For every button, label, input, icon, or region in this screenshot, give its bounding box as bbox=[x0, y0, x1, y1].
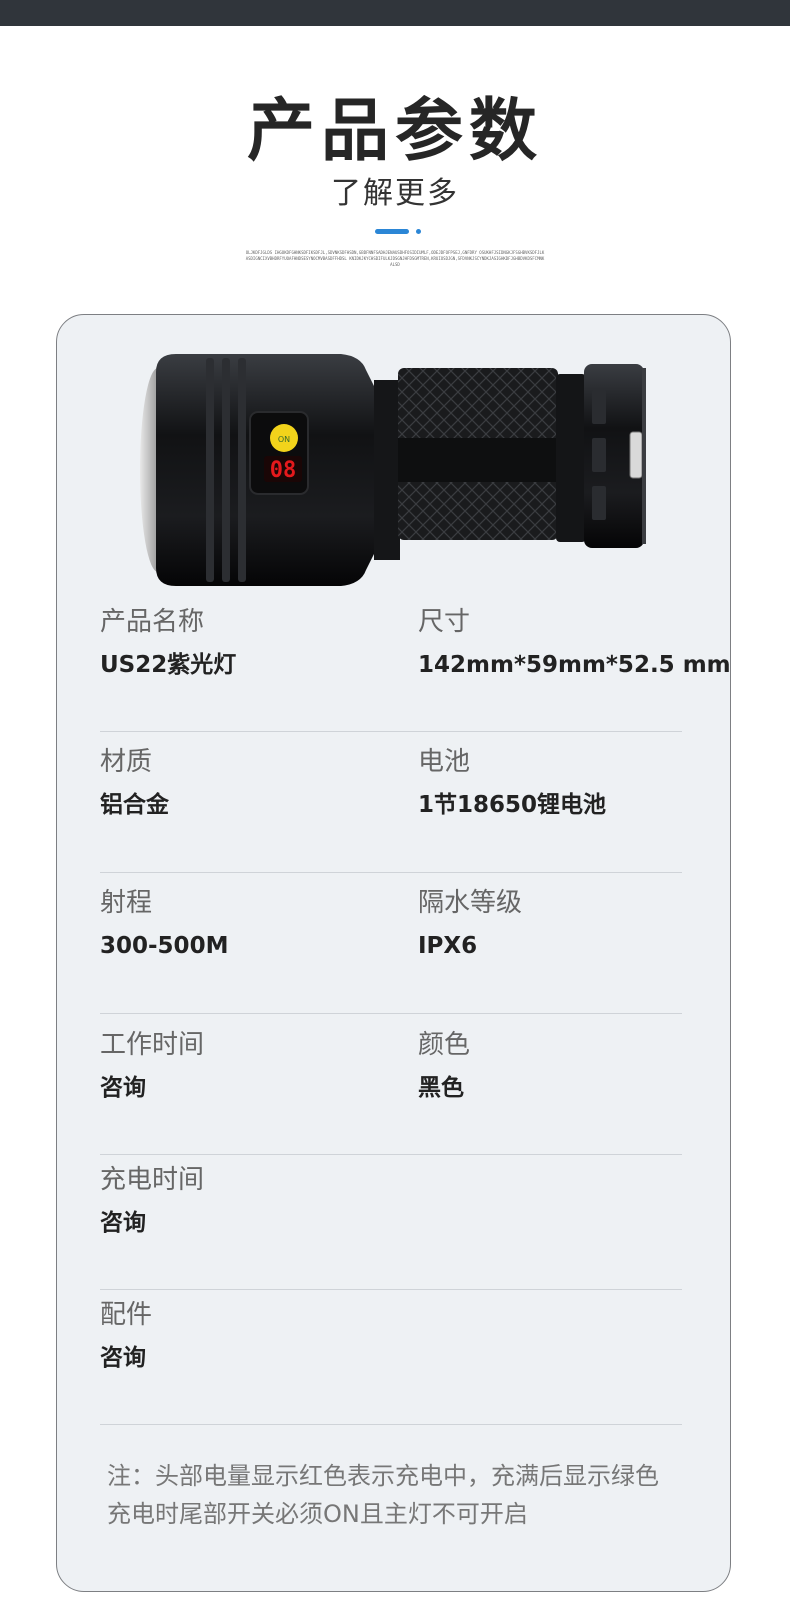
spec-label: 充电时间 bbox=[100, 1165, 205, 1195]
spec-cell-size: 尺寸 142mm*59mm*52.5 mm bbox=[418, 605, 731, 681]
spec-label: 产品名称 bbox=[100, 607, 205, 637]
svg-text:08: 08 bbox=[270, 458, 297, 483]
page-subtitle: 了解更多 bbox=[331, 176, 459, 211]
divider bbox=[100, 1013, 682, 1014]
spec-value: 142mm*59mm*52.5 mm bbox=[418, 652, 731, 678]
spec-value: 黑色 bbox=[418, 1075, 464, 1101]
spec-label: 隔水等级 bbox=[418, 888, 523, 918]
note-line-1: 注：头部电量显示红色表示充电中，充满后显示绿色 bbox=[107, 1462, 659, 1490]
spec-label: 颜色 bbox=[418, 1030, 471, 1060]
product-image: ON 08 bbox=[140, 354, 646, 586]
spec-value: US22紫光灯 bbox=[100, 652, 237, 678]
note-text: 注：头部电量显示红色表示充电中，充满后显示绿色 充电时尾部开关必须ON且主灯不可… bbox=[107, 1457, 697, 1533]
spec-value: 1节18650锂电池 bbox=[418, 792, 607, 818]
spec-label: 电池 bbox=[418, 747, 471, 777]
decorative-fine-print: OLJKDFJGLDS IHGOKDFGHNKSDFIKSDFJL,SDVNKS… bbox=[245, 250, 545, 267]
spec-cell-color: 颜色 黑色 bbox=[418, 1028, 470, 1104]
accent-dot bbox=[416, 229, 421, 234]
spec-value: 300-500M bbox=[100, 933, 229, 959]
svg-text:ON: ON bbox=[278, 435, 290, 444]
spec-label: 工作时间 bbox=[100, 1030, 205, 1060]
spec-label: 材质 bbox=[100, 747, 153, 777]
spec-cell-accessories: 配件 咨询 bbox=[100, 1298, 152, 1374]
spec-value: IPX6 bbox=[418, 933, 478, 959]
top-bar bbox=[0, 0, 790, 26]
divider bbox=[100, 731, 682, 732]
spec-cell-material: 材质 铝合金 bbox=[100, 745, 169, 821]
spec-value: 铝合金 bbox=[100, 792, 169, 818]
accent-dash bbox=[375, 229, 409, 234]
spec-label: 尺寸 bbox=[418, 607, 471, 637]
divider bbox=[100, 1154, 682, 1155]
divider bbox=[100, 1289, 682, 1290]
spec-value: 咨询 bbox=[100, 1345, 146, 1371]
note-line-2: 充电时尾部开关必须ON且主灯不可开启 bbox=[107, 1500, 528, 1528]
spec-cell-charge-time: 充电时间 咨询 bbox=[100, 1163, 204, 1239]
divider bbox=[100, 1424, 682, 1425]
spec-value: 咨询 bbox=[100, 1210, 146, 1236]
spec-value: 咨询 bbox=[100, 1075, 146, 1101]
divider bbox=[100, 872, 682, 873]
spec-cell-waterproof: 隔水等级 IPX6 bbox=[418, 886, 522, 962]
spec-cell-range: 射程 300-500M bbox=[100, 886, 228, 962]
spec-label: 射程 bbox=[100, 888, 153, 918]
spec-cell-product-name: 产品名称 US22紫光灯 bbox=[100, 605, 236, 681]
spec-label: 配件 bbox=[100, 1300, 153, 1330]
spec-cell-work-time: 工作时间 咨询 bbox=[100, 1028, 204, 1104]
spec-cell-battery: 电池 1节18650锂电池 bbox=[418, 745, 606, 821]
page-title: 产品参数 bbox=[246, 92, 543, 171]
